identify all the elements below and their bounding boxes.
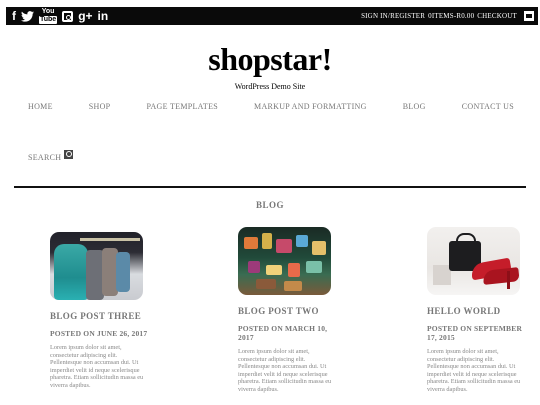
post-excerpt: Lorem ipsum dolor sit amet, consectetur … [50,344,144,389]
post-excerpt: Lorem ipsum dolor sit amet, consectetur … [427,348,521,393]
nav-item-contact-us[interactable]: CONTACT US [462,102,514,111]
checkout-link[interactable]: CHECKOUT [477,12,517,20]
cart-items-link[interactable]: 0ITEMS-R0.00 [428,12,474,20]
post-title[interactable]: BLOG POST TWO [238,306,338,316]
page-title: BLOG [255,200,284,210]
post-thumbnail[interactable] [50,232,143,300]
youtube-icon[interactable]: You Tube [39,8,58,24]
main-navigation: HOME SHOP PAGE TEMPLATES MARKUP AND FORM… [28,102,514,111]
social-links: f You Tube g+ in [6,7,113,25]
nav-item-home[interactable]: HOME [28,102,53,111]
search-label[interactable]: SEARCH [28,153,61,162]
cart-icon[interactable] [524,11,534,21]
post-thumbnail[interactable] [427,227,520,295]
site-tagline: WordPress Demo Site [234,82,306,91]
google-plus-icon[interactable]: g+ [78,7,92,25]
search-icon[interactable] [64,150,74,159]
post-date: POSTED ON JUNE 26, 2017 [50,329,148,338]
site-title[interactable]: shopstar! [0,42,540,76]
blog-post-card: HELLO WORLD POSTED ON SEPTEMBER 17, 2015… [427,227,527,394]
youtube-icon-bottom: Tube [39,16,58,24]
nav-item-page-templates[interactable]: PAGE TEMPLATES [146,102,218,111]
nav-item-blog[interactable]: BLOG [403,102,426,111]
post-date: POSTED ON MARCH 10, 2017 [238,324,328,342]
top-bar: f You Tube g+ in SIGN IN/REGISTER 0ITEMS… [6,7,538,25]
instagram-glyph [62,10,74,22]
linkedin-icon[interactable]: in [98,7,109,25]
account-cart-links: SIGN IN/REGISTER 0ITEMS-R0.00 CHECKOUT [361,7,538,25]
blog-post-card: BLOG POST THREE POSTED ON JUNE 26, 2017 … [50,232,150,390]
blog-post-card: BLOG POST TWO POSTED ON MARCH 10, 2017 L… [238,227,338,394]
post-excerpt: Lorem ipsum dolor sit amet, consectetur … [238,348,332,393]
header-divider [14,186,526,188]
nav-search[interactable]: SEARCH [28,150,74,162]
sign-in-register-link[interactable]: SIGN IN/REGISTER [361,12,425,20]
instagram-icon[interactable] [62,10,74,22]
facebook-icon[interactable]: f [12,7,16,25]
youtube-icon-top: You [41,8,55,15]
twitter-icon[interactable] [21,10,34,22]
post-date: POSTED ON SEPTEMBER 17, 2015 [427,324,523,342]
post-thumbnail[interactable] [238,227,331,295]
post-title[interactable]: HELLO WORLD [427,306,527,316]
nav-item-shop[interactable]: SHOP [89,102,111,111]
site-branding: shopstar! [0,42,540,76]
post-title[interactable]: BLOG POST THREE [50,311,150,321]
nav-item-markup-and-formatting[interactable]: MARKUP AND FORMATTING [254,102,367,111]
